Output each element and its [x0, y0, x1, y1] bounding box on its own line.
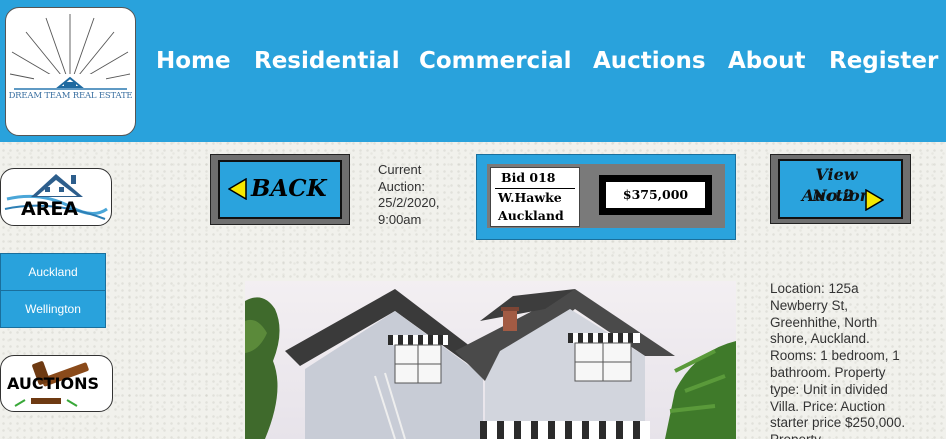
- back-button[interactable]: BACK: [210, 154, 350, 225]
- nav-auctions[interactable]: Auctions: [593, 48, 706, 74]
- bid-card: Bid 018 W.Hawke Auckland $375,000: [476, 154, 736, 240]
- view-auction-line2: No.2: [812, 186, 854, 205]
- sunburst-house-icon: [9, 14, 131, 90]
- bid-details: Bid 018 W.Hawke Auckland: [490, 167, 580, 227]
- area-button[interactable]: AREA: [0, 168, 112, 226]
- property-description: Location: 125a Newberry St, Greenhithe, …: [770, 281, 906, 439]
- brand-name: DREAM TEAM REAL ESTATE: [8, 91, 133, 101]
- nav-residential[interactable]: Residential: [254, 48, 400, 74]
- city-wellington[interactable]: Wellington: [0, 290, 106, 328]
- bid-price: $375,000: [606, 182, 705, 208]
- back-label: BACK: [251, 175, 327, 202]
- nav-home[interactable]: Home: [156, 48, 231, 74]
- nav-about[interactable]: About: [728, 48, 805, 74]
- nav-register[interactable]: Register: [829, 48, 938, 74]
- site-header: DREAM TEAM REAL ESTATE Home Residential …: [0, 0, 946, 142]
- property-photo: [245, 281, 736, 439]
- current-auction-text: Current Auction: 25/2/2020, 9:00am: [378, 162, 440, 227]
- city-auckland[interactable]: Auckland: [0, 253, 106, 291]
- auctions-button[interactable]: AUCTIONS: [0, 355, 113, 412]
- brand-logo[interactable]: DREAM TEAM REAL ESTATE: [5, 7, 136, 136]
- bidder-name: W.Hawke: [498, 190, 562, 205]
- bid-number: Bid 018: [501, 170, 556, 185]
- left-triangle-icon: [228, 178, 247, 200]
- auctions-label: AUCTIONS: [7, 374, 100, 393]
- right-triangle-icon: [865, 189, 884, 211]
- nav-commercial[interactable]: Commercial: [419, 48, 571, 74]
- area-label: AREA: [21, 198, 79, 220]
- bid-location: Auckland: [498, 208, 564, 223]
- view-auction-button[interactable]: View Auction No.2: [770, 154, 911, 224]
